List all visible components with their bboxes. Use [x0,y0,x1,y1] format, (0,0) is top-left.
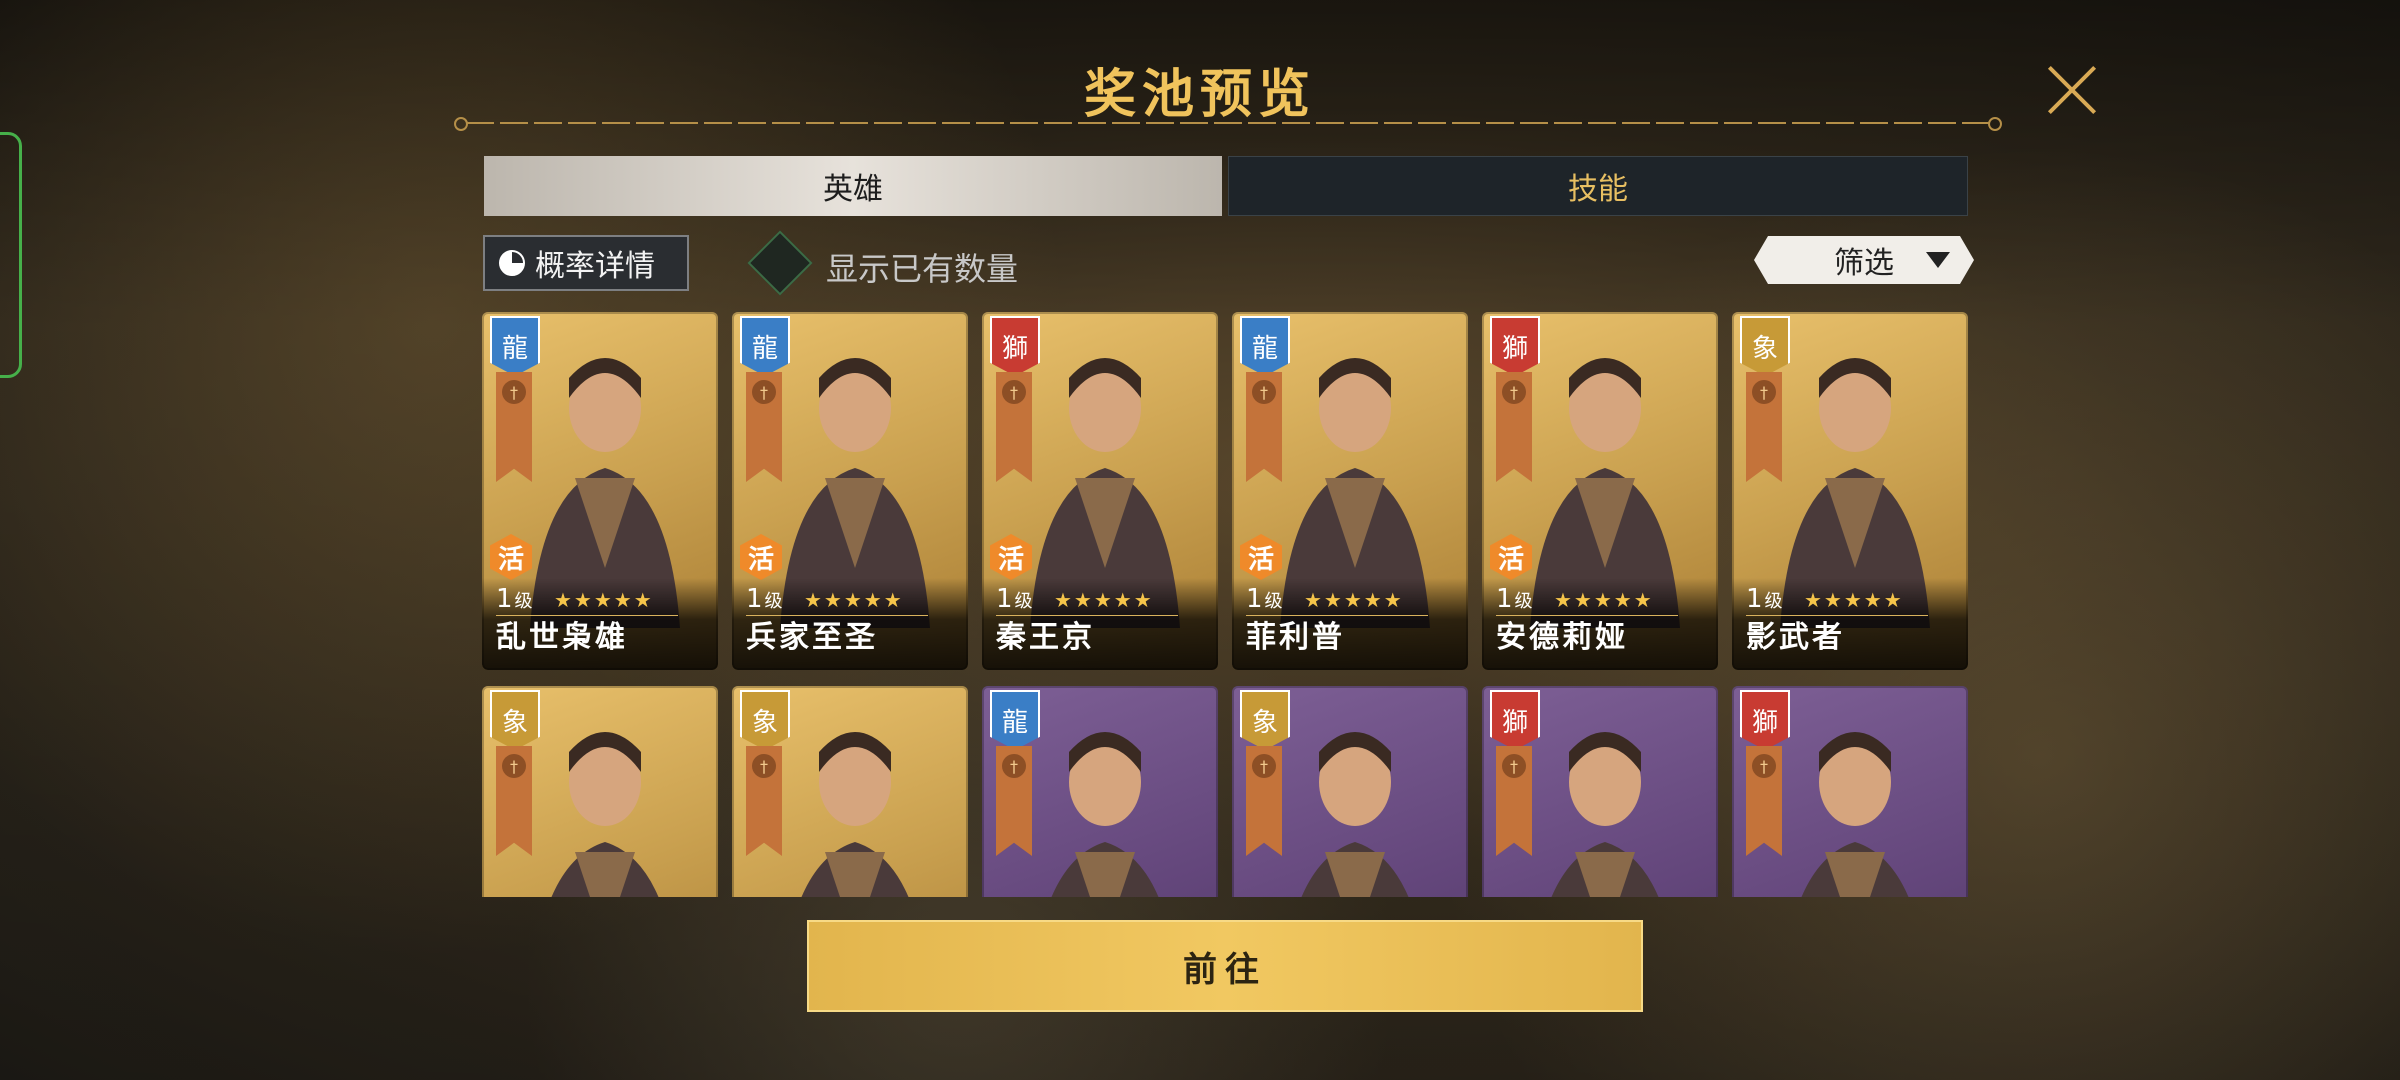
filter-dropdown[interactable]: 筛选 [1754,236,1974,284]
side-panel-tab[interactable] [0,132,22,378]
hero-name: 影武者 [1746,620,1845,655]
go-button[interactable]: 前往 [807,920,1643,1012]
hero-portrait [1520,712,1690,897]
hero-card[interactable]: 獅 † 活 1 级 ★★★★★ 秦王京 [982,312,1218,670]
hero-level: 1级 [1496,584,1533,614]
troop-type-ribbon: † [1496,372,1532,482]
star-rating: ★★★★★ [1054,588,1154,612]
star-rating: ★★★★★ [1304,588,1404,612]
hero-level-unit: 级 [1264,591,1283,612]
filter-label: 筛选 [1834,246,1894,281]
star-rating: ★★★★★ [554,588,654,612]
sword-icon: † [502,380,526,404]
hero-level-value: 1 [496,584,513,614]
hero-card[interactable]: 龍 † [982,686,1218,897]
star-rating: ★★★★★ [1554,588,1654,612]
hero-name: 兵家至圣 [746,620,878,655]
hero-name: 菲利普 [1246,620,1345,655]
hero-level-unit: 级 [1514,591,1533,612]
sword-icon: † [1252,380,1276,404]
hero-name: 安德莉娅 [1496,620,1628,655]
hero-level: 1级 [1746,584,1783,614]
hero-portrait [520,712,690,897]
chevron-down-icon [1926,252,1950,268]
hero-portrait [1020,712,1190,897]
hero-level: 1级 [746,584,783,614]
troop-type-ribbon: † [746,746,782,856]
show-owned-label: 显示已有数量 [826,250,1019,288]
hero-card[interactable]: 龍 † 活 1 级 ★★★★★ 菲利普 [1232,312,1468,670]
sword-icon: † [1752,380,1776,404]
hero-level-value: 1 [996,584,1013,614]
page-title: 奖池预览 [1083,64,1316,125]
tab-heroes[interactable]: 英雄 [484,156,1222,216]
sword-icon: † [752,754,776,778]
close-icon[interactable] [2046,64,2098,116]
sword-icon: † [1502,380,1526,404]
sword-icon: † [752,380,776,404]
star-rating: ★★★★★ [1804,588,1904,612]
hero-card[interactable]: 龍 † 活 1 级 ★★★★★ 兵家至圣 [732,312,968,670]
hero-portrait [1770,712,1940,897]
troop-type-ribbon: † [746,372,782,482]
tab-skills[interactable]: 技能 [1228,156,1968,216]
hero-level-value: 1 [746,584,763,614]
star-rating: ★★★★★ [804,588,904,612]
hero-level-unit: 级 [1764,591,1783,612]
troop-type-ribbon: † [1246,746,1282,856]
rate-details-label: 概率详情 [535,249,655,284]
hero-level-unit: 级 [764,591,783,612]
sword-icon: † [1002,754,1026,778]
troop-type-ribbon: † [1746,372,1782,482]
sword-icon: † [1002,380,1026,404]
troop-type-ribbon: † [996,372,1032,482]
hero-level: 1级 [1246,584,1283,614]
hero-portrait [770,712,940,897]
troop-type-ribbon: † [1246,372,1282,482]
hero-level-value: 1 [1746,584,1763,614]
hero-card[interactable]: 象 † 1 级 ★★★★★ 影武者 [1732,312,1968,670]
hero-name: 乱世枭雄 [496,620,628,655]
hero-grid: 龍 † 活 1 级 ★★★★★ 乱世枭雄龍 † 活 1 级 ★★★★★ 兵家至圣獅 † 活 1 级 ★★★★★ 秦王… [482,312,1970,897]
sword-icon: † [1252,754,1276,778]
hero-level-value: 1 [1496,584,1513,614]
troop-type-ribbon: † [1496,746,1532,856]
rate-details-button[interactable]: 概率详情 [483,235,689,291]
sword-icon: † [1752,754,1776,778]
hero-level-unit: 级 [514,591,533,612]
hero-level: 1级 [996,584,1033,614]
sword-icon: † [502,754,526,778]
hero-card[interactable]: 象 † [482,686,718,897]
hero-card[interactable]: 獅 † [1482,686,1718,897]
hero-card[interactable]: 象 † [1232,686,1468,897]
hero-level-unit: 级 [1014,591,1033,612]
hero-card[interactable]: 獅 † [1732,686,1968,897]
sword-icon: † [1502,754,1526,778]
troop-type-ribbon: † [1746,746,1782,856]
title-divider [454,117,2002,131]
troop-type-ribbon: † [496,746,532,856]
hero-card[interactable]: 龍 † 活 1 级 ★★★★★ 乱世枭雄 [482,312,718,670]
tab-bar: 英雄 技能 [484,156,1968,216]
hero-card[interactable]: 象 † [732,686,968,897]
hero-card[interactable]: 獅 † 活 1 级 ★★★★★ 安德莉娅 [1482,312,1718,670]
hero-level-value: 1 [1246,584,1263,614]
troop-type-ribbon: † [996,746,1032,856]
hero-portrait [1270,712,1440,897]
troop-type-ribbon: † [496,372,532,482]
pie-chart-icon [499,250,525,276]
hero-name: 秦王京 [996,620,1095,655]
hero-level: 1级 [496,584,533,614]
